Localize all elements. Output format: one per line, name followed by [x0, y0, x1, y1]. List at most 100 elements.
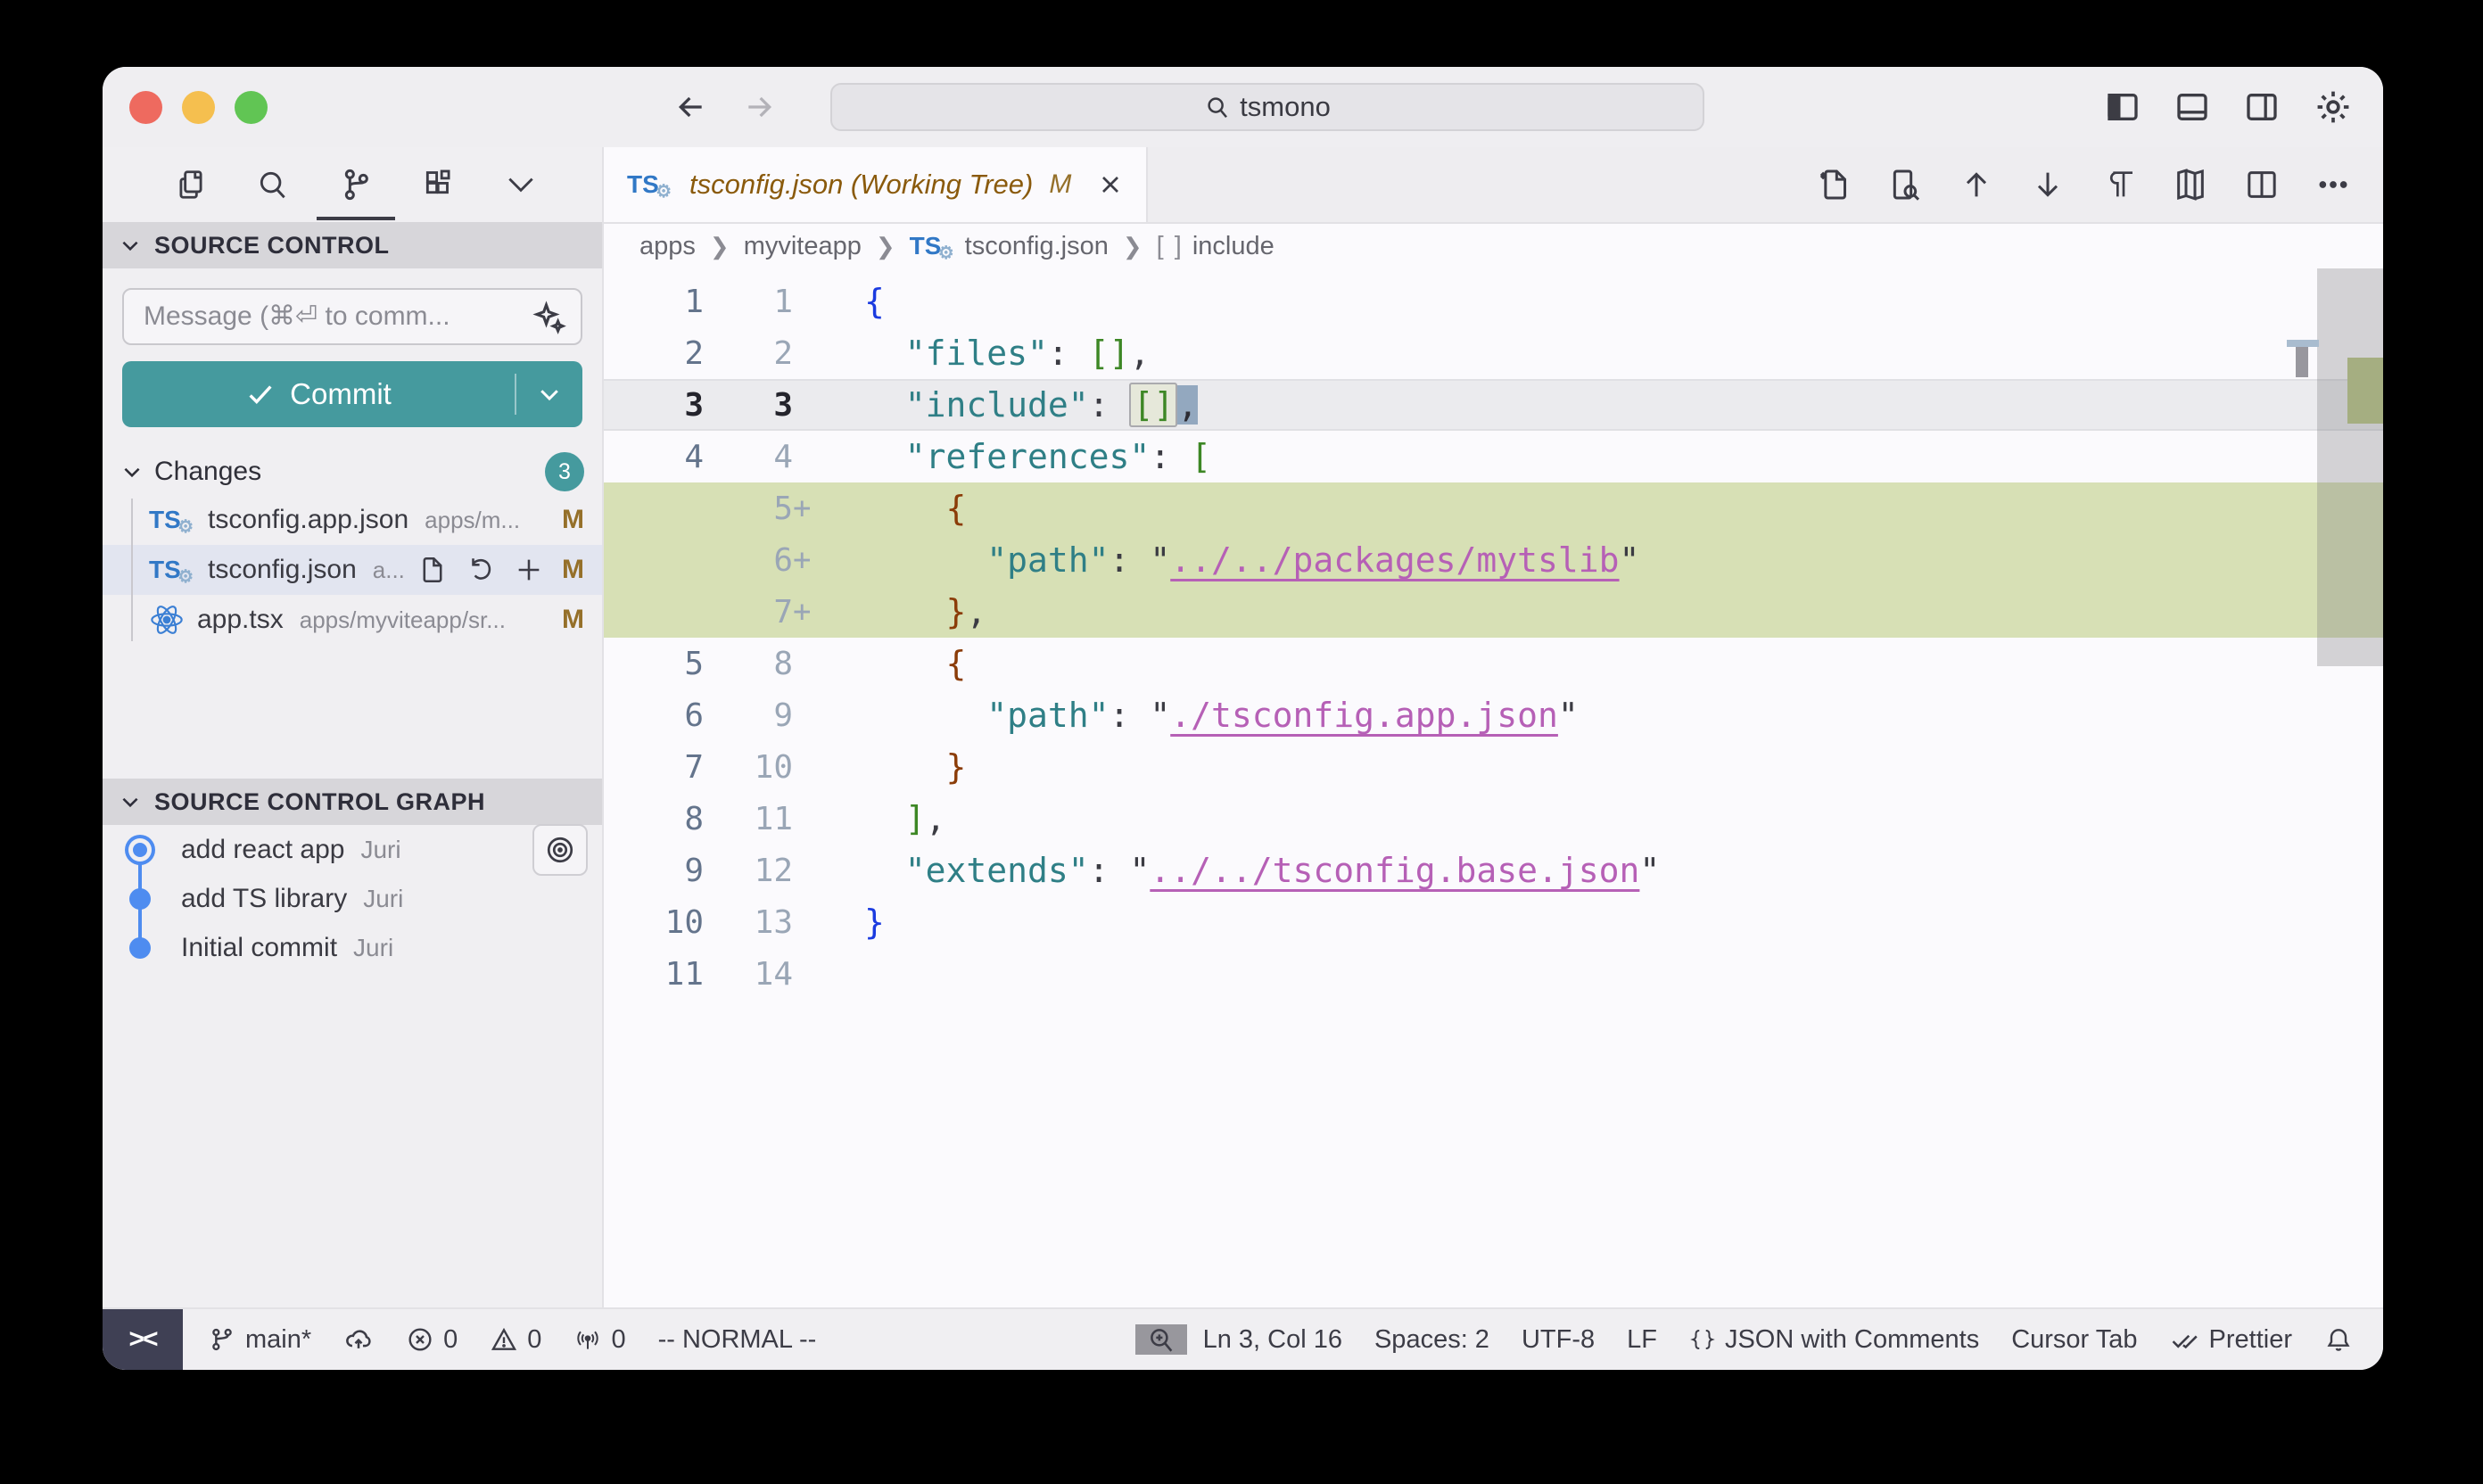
statusbar-item-ln-3-col-16[interactable]: Ln 3, Col 16	[1187, 1325, 1358, 1355]
activity-more-views-icon[interactable]	[504, 147, 538, 222]
modified-line-number: 4	[704, 439, 793, 475]
code-line[interactable]: 22 "files": [],	[604, 327, 2383, 379]
ts-file-icon: TS⚙	[910, 232, 956, 260]
go-to-file-icon[interactable]	[1887, 167, 1923, 202]
minimize-window-button[interactable]	[182, 91, 215, 124]
more-actions-icon[interactable]	[2315, 167, 2351, 202]
breadcrumb-item-include[interactable]: [ ]include	[1157, 232, 1274, 261]
word-wrap-icon[interactable]	[2173, 167, 2208, 202]
commit-row[interactable]: add TS libraryJuri	[103, 874, 602, 923]
statusbar-item-main-[interactable]: main*	[192, 1325, 327, 1355]
close-window-button[interactable]	[129, 91, 162, 124]
activity-extensions-icon[interactable]	[422, 147, 456, 222]
toggle-primary-sidebar-icon[interactable]	[2105, 89, 2141, 125]
breadcrumb-item-tsconfig.json[interactable]: TS⚙tsconfig.json	[910, 232, 1109, 261]
changed-file-row[interactable]: TS⚙tsconfig.app.jsonapps/m...M	[103, 495, 602, 545]
forward-icon[interactable]	[741, 89, 777, 125]
statusbar-item[interactable]	[327, 1324, 390, 1355]
code-line[interactable]: 58 {	[604, 638, 2383, 689]
code-text: "path": "./tsconfig.app.json"	[864, 696, 1579, 735]
file-path: apps/myviteapp/sr...	[300, 606, 506, 634]
original-line-number: 3	[604, 387, 704, 424]
close-icon[interactable]	[1096, 170, 1125, 199]
commit-row[interactable]: add react appJuri	[103, 825, 602, 874]
statusbar-item-json-with-comments[interactable]: JSON with Comments	[1673, 1325, 1995, 1355]
commit-dot	[129, 937, 151, 959]
code-line[interactable]: 811 ],	[604, 793, 2383, 845]
changed-file-row[interactable]: app.tsxapps/myviteapp/sr...M	[103, 595, 602, 645]
tab-tsconfig-working-tree[interactable]: TS⚙ tsconfig.json (Working Tree) M	[604, 147, 1148, 222]
toggle-secondary-sidebar-icon[interactable]	[2244, 89, 2280, 125]
split-editor-icon[interactable]	[2244, 167, 2280, 202]
code-line[interactable]: 11{	[604, 276, 2383, 327]
statusbar-label: Ln 3, Col 16	[1203, 1325, 1342, 1355]
code-line[interactable]: 6+ "path": "../../packages/mytslib"	[604, 534, 2383, 586]
code-line[interactable]: 912 "extends": "../../tsconfig.base.json…	[604, 845, 2383, 896]
previous-change-icon[interactable]	[1959, 167, 1994, 202]
source-control-section-header[interactable]: SOURCE CONTROL	[103, 222, 602, 268]
commit-message-input[interactable]	[122, 288, 582, 345]
source-control-graph-header[interactable]: SOURCE CONTROL GRAPH	[103, 779, 602, 825]
code-line[interactable]: 1013}	[604, 896, 2383, 948]
statusbar-label: 0	[527, 1325, 541, 1355]
code-line[interactable]: 7+ },	[604, 586, 2383, 638]
sparkle-icon[interactable]	[531, 299, 568, 336]
breadcrumb-separator: ❯	[1123, 233, 1143, 260]
stage-icon[interactable]	[514, 555, 544, 585]
breadcrumb-item-myviteapp[interactable]: myviteapp	[744, 232, 862, 261]
next-change-icon[interactable]	[2030, 167, 2066, 202]
code-line[interactable]: 69 "path": "./tsconfig.app.json"	[604, 689, 2383, 741]
modified-line-number: 10	[704, 749, 793, 786]
remote-indicator[interactable]: ><	[103, 1309, 183, 1370]
statusbar-item-prettier[interactable]: Prettier	[2154, 1324, 2308, 1355]
changes-header[interactable]: Changes 3	[103, 449, 602, 495]
commit-graph-list: add react appJuriadd TS libraryJuriIniti…	[103, 825, 602, 972]
zoom-icon	[1146, 1324, 1176, 1355]
activity-search-icon[interactable]	[256, 147, 290, 222]
statusbar-item-lf[interactable]: LF	[1611, 1325, 1673, 1355]
diff-editor[interactable]: 11{22 "files": [],33 "include": [],44 "r…	[604, 268, 2383, 1307]
code-line[interactable]: 1114	[604, 948, 2383, 1000]
code-line[interactable]: 33 "include": [],	[604, 379, 2383, 431]
zoom-window-button[interactable]	[235, 91, 268, 124]
tab-bar: TS⚙ tsconfig.json (Working Tree) M	[604, 147, 2383, 224]
double-check-icon	[2170, 1324, 2200, 1355]
chevron-down-icon	[119, 790, 142, 813]
discard-icon[interactable]	[466, 555, 496, 585]
commit-author: Juri	[360, 836, 400, 864]
original-line-number: 4	[604, 439, 704, 475]
back-icon[interactable]	[673, 89, 709, 125]
modified-line-number: 3	[704, 387, 793, 424]
open-file-icon[interactable]	[417, 555, 448, 585]
commit-row[interactable]: Initial commitJuri	[103, 923, 602, 972]
code-line[interactable]: 5+ {	[604, 482, 2383, 534]
statusbar-item-0[interactable]: 0	[390, 1325, 474, 1355]
code-line[interactable]: 710 }	[604, 741, 2383, 793]
goto-history-item-icon[interactable]	[532, 824, 588, 876]
activity-source-control-icon[interactable]	[338, 147, 374, 222]
changed-file-row[interactable]: TS⚙tsconfig.jsona...M	[103, 545, 602, 595]
statusbar-item-spaces-2[interactable]: Spaces: 2	[1358, 1325, 1505, 1355]
changes-label: Changes	[154, 457, 261, 487]
statusbar-item[interactable]	[1135, 1324, 1187, 1355]
code-line[interactable]: 44 "references": [	[604, 431, 2383, 482]
statusbar-item-0[interactable]: 0	[557, 1325, 641, 1355]
settings-gear-icon[interactable]	[2314, 87, 2353, 127]
statusbar-item-utf-8[interactable]: UTF-8	[1505, 1325, 1611, 1355]
statusbar-item--normal-[interactable]: -- NORMAL --	[642, 1325, 833, 1355]
modified-line-number: 1	[704, 284, 793, 320]
toggle-panel-icon[interactable]	[2174, 89, 2210, 125]
commit-button[interactable]: Commit	[122, 361, 582, 427]
statusbar-item-cursor-tab[interactable]: Cursor Tab	[1995, 1325, 2153, 1355]
status-badge: M	[562, 555, 584, 585]
open-changes-icon[interactable]	[1816, 167, 1852, 202]
commit-dropdown-button[interactable]	[516, 381, 582, 408]
command-center-search[interactable]: tsmono	[830, 83, 1704, 131]
breadcrumb-item-apps[interactable]: apps	[639, 232, 696, 261]
activity-explorer-icon[interactable]	[174, 147, 208, 222]
statusbar-item-0[interactable]: 0	[474, 1325, 557, 1355]
scrollbar-thumb[interactable]	[2317, 268, 2383, 666]
statusbar-item[interactable]	[2308, 1325, 2369, 1354]
modified-line-number: 5	[704, 491, 793, 527]
whitespace-icon[interactable]	[2101, 167, 2137, 202]
